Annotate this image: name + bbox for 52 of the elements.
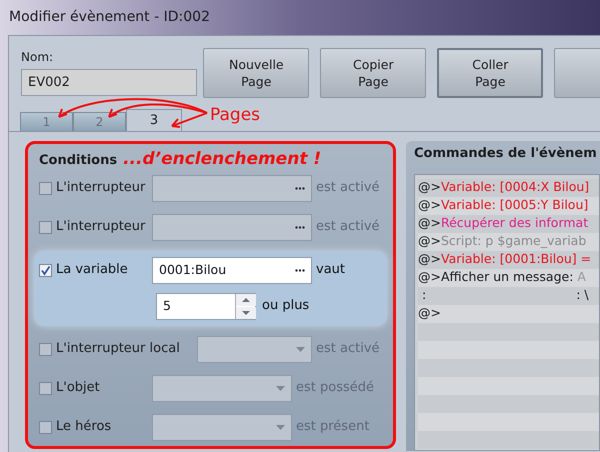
dropdown-caret-icon — [276, 386, 285, 390]
empty-list-row[interactable] — [418, 376, 599, 394]
spinner-arrows-icon[interactable] — [235, 294, 255, 318]
panel-title: Commandes de l'évènem — [414, 145, 598, 163]
dropdown-caret-icon — [296, 346, 305, 352]
condition-label: La variable — [56, 261, 128, 280]
checkbox[interactable] — [39, 342, 52, 356]
condition-label: L'interrupteur — [56, 179, 146, 198]
empty-list-row[interactable] — [418, 430, 599, 448]
ellipsis-icon — [295, 186, 305, 190]
window-title: Modifier évènement - ID:002 — [9, 8, 210, 27]
picker-field[interactable] — [152, 174, 312, 202]
picker-field[interactable] — [152, 214, 312, 240]
empty-list-row[interactable] — [418, 412, 599, 430]
suffix-label: est activé — [316, 179, 380, 198]
page-button[interactable]: Copier Page — [320, 48, 426, 98]
field-value: 0001:Bilou — [159, 260, 226, 279]
page-button[interactable]: Coller Page — [437, 48, 544, 98]
checkbox[interactable] — [39, 264, 52, 276]
suffix-label: ou plus — [262, 297, 310, 316]
annotation-label: ...d’enclenchement ! — [123, 148, 322, 171]
suffix-label: est activé — [316, 340, 380, 358]
annotation-label: Pages — [210, 104, 260, 126]
page-tab[interactable]: 3 — [126, 109, 182, 131]
name-field[interactable]: EV002 — [21, 69, 197, 96]
dropdown-field[interactable] — [152, 374, 292, 402]
name-label: Nom: — [21, 49, 54, 66]
number-field[interactable]: 5 — [156, 292, 256, 320]
suffix-label: vaut — [316, 261, 345, 280]
suffix-label: est présent — [296, 418, 370, 436]
ellipsis-icon — [295, 226, 305, 228]
suffix-label: est possédé — [296, 379, 374, 398]
page-button[interactable]: Nouvelle Page — [203, 48, 310, 98]
dropdown-caret-icon — [276, 424, 285, 430]
suffix-label: est activé — [316, 218, 380, 236]
checkbox[interactable] — [39, 420, 52, 434]
empty-list-row[interactable] — [418, 322, 599, 340]
empty-list-row[interactable] — [418, 358, 599, 376]
checkbox[interactable] — [39, 220, 52, 234]
dropdown-field[interactable] — [152, 414, 292, 440]
condition-label: Le héros — [56, 418, 112, 436]
dropdown-field[interactable] — [197, 336, 312, 362]
condition-label: L'interrupteur — [56, 218, 146, 236]
ellipsis-icon — [295, 268, 305, 272]
condition-label: L'objet — [56, 379, 100, 398]
empty-list-row[interactable] — [418, 340, 599, 358]
empty-list-row[interactable] — [418, 394, 599, 412]
checkbox[interactable] — [39, 382, 52, 394]
picker-field[interactable]: 0001:Bilou — [152, 256, 312, 284]
panel-title: Conditions — [39, 152, 118, 170]
condition-label: L'interrupteur local — [56, 340, 180, 358]
checkbox[interactable] — [39, 182, 52, 194]
